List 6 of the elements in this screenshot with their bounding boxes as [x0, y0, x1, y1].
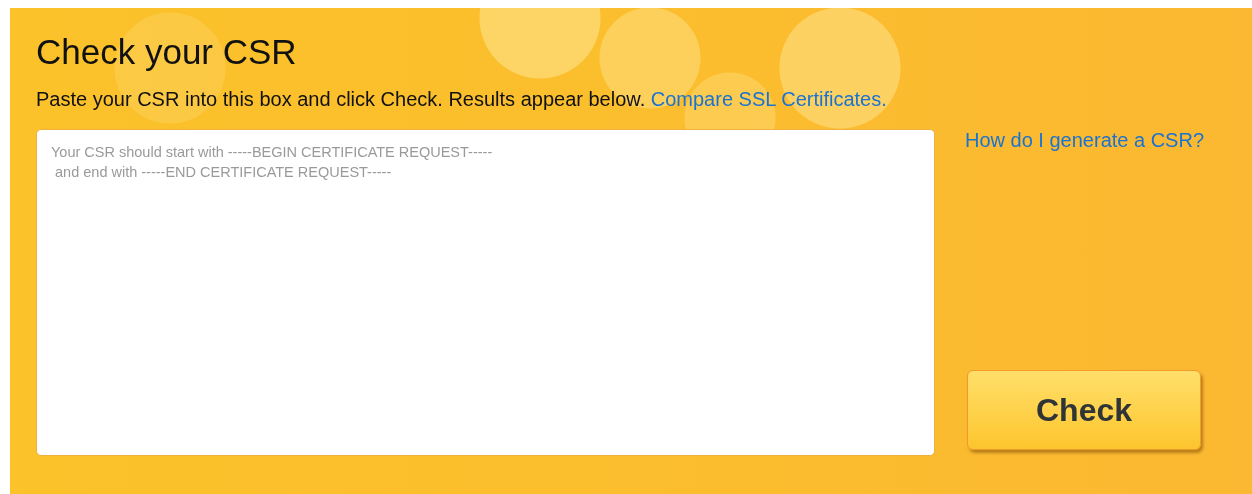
csr-input-field[interactable]: Your CSR should start with -----BEGIN CERTIFICATE REQUEST----- and end with -----END CERTIFICATE REQUEST----- [36, 129, 935, 456]
help-link[interactable]: How do I generate a CSR? [965, 129, 1205, 152]
check-button[interactable]: Check [967, 370, 1201, 450]
compare-link[interactable]: Compare SSL Certificates. [650, 88, 887, 110]
page-title: Check your CSR [36, 31, 298, 73]
instructions-text: Paste your CSR into this box and click Check. Results appear below. Compare SSL Certificates. [36, 88, 888, 111]
